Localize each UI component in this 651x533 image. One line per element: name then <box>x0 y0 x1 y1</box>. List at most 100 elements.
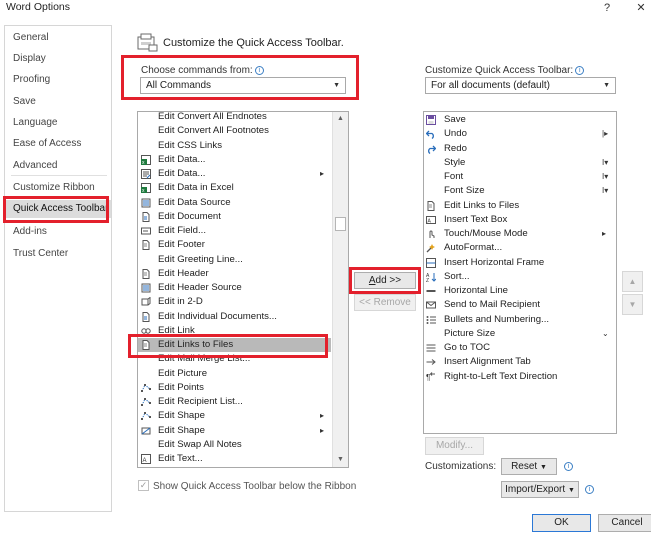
command-label: Edit Data... <box>158 168 206 179</box>
toolbar-item[interactable]: Picture Size ⌄ <box>424 327 616 341</box>
command-item[interactable]: Edit CSS Links <box>138 139 331 153</box>
command-item[interactable]: Edit Shape ▸ <box>138 409 331 423</box>
command-item[interactable]: Edit Convert All Footnotes <box>138 124 331 138</box>
toolbar-item[interactable]: Save <box>424 113 616 127</box>
nav-item-proofing[interactable]: Proofing <box>5 71 111 89</box>
help-button[interactable]: ? <box>597 0 617 16</box>
points-icon <box>141 411 151 421</box>
toolbar-item[interactable]: Send to Mail Recipient <box>424 298 616 312</box>
options-nav: General Display Proofing Save Language Ease o… <box>4 25 112 512</box>
command-item[interactable]: Edit Swap All Notes <box>138 438 331 452</box>
submenu-arrow-icon: ▸ <box>320 425 325 435</box>
toolbar-item[interactable]: ¶ Right-to-Left Text Direction <box>424 370 616 384</box>
chevron-down-icon: ▼ <box>603 82 610 89</box>
toolbar-item[interactable]: A Z Sort... <box>424 270 616 284</box>
nav-item-customize-ribbon[interactable]: Customize Ribbon <box>5 179 111 197</box>
command-item[interactable]: Edit Header Source <box>138 281 331 295</box>
modify-button[interactable]: Modify... <box>425 437 484 455</box>
commands-scrollbar[interactable]: ▲ ▼ <box>332 112 348 467</box>
svg-text:¶: ¶ <box>426 373 430 382</box>
command-item[interactable]: x Edit Data in Excel <box>138 181 331 195</box>
toolbar-item-label: Edit Links to Files <box>444 199 520 211</box>
command-item[interactable]: Edit Data... ▸ <box>138 167 331 181</box>
ok-button[interactable]: OK <box>532 514 591 532</box>
toolbar-item[interactable]: Edit Links to Files <box>424 199 616 213</box>
import-export-button[interactable]: Import/Export ▼ <box>501 481 579 498</box>
close-button[interactable]: ✕ <box>631 0 651 16</box>
command-item[interactable]: Edit Shape ▸ <box>138 424 331 438</box>
command-item[interactable]: Edit Picture <box>138 367 331 381</box>
reset-button[interactable]: Reset ▼ <box>501 458 557 475</box>
command-item[interactable]: Edit Header <box>138 267 331 281</box>
command-item[interactable]: Edit TOA Category <box>138 466 331 467</box>
toolbar-item[interactable]: Style I▾ <box>424 156 616 170</box>
command-label: Edit Picture <box>158 367 208 379</box>
command-item[interactable]: Edit in 2-D <box>138 295 331 309</box>
move-up-button[interactable]: ▲ <box>622 271 643 292</box>
command-item[interactable]: Edit Field... <box>138 224 331 238</box>
remove-button[interactable]: << Remove <box>354 294 416 311</box>
toolbar-items-list[interactable]: Save Undo |▸ Redo Style I▾ Font I▾ Font Size I▾ Ed… <box>423 111 617 434</box>
nav-item-advanced[interactable]: Advanced <box>5 157 111 175</box>
command-item[interactable]: Edit Points <box>138 381 331 395</box>
toolbar-item[interactable]: Font Size I▾ <box>424 184 616 198</box>
cancel-button[interactable]: Cancel <box>598 514 651 532</box>
toolbar-item-label: Insert Text Box <box>444 213 508 225</box>
toolbar-item[interactable]: Horizontal Line <box>424 284 616 298</box>
toolbar-item[interactable]: Go to TOC <box>424 341 616 355</box>
info-icon: i <box>575 66 585 75</box>
customize-toolbar-dropdown[interactable]: For all documents (default) ▼ <box>425 77 616 94</box>
commands-list[interactable]: Edit TOA Category A Edit Text... Edit Swap … <box>137 111 349 468</box>
command-item[interactable]: x Edit Data... <box>138 153 331 167</box>
quick-access-toolbar-icon <box>137 33 159 53</box>
toolbar-item[interactable]: Bullets and Numbering... <box>424 313 616 327</box>
toolbar-item[interactable]: AutoFormat... <box>424 241 616 255</box>
toolbar-item[interactable]: A Insert Text Box <box>424 213 616 227</box>
toolbar-item[interactable]: Undo |▸ <box>424 127 616 141</box>
command-item[interactable]: Edit Data Source <box>138 196 331 210</box>
nav-item-display[interactable]: Display <box>5 50 111 68</box>
scroll-thumb[interactable] <box>335 217 346 231</box>
frame-icon <box>426 257 436 268</box>
toolbar-item-label: Font Size <box>444 185 485 197</box>
chevron-down-icon: ▼ <box>539 464 547 471</box>
hline-icon <box>426 286 436 296</box>
submenu-arrow-icon: ▸ <box>602 229 607 238</box>
toolbar-item[interactable]: Insert Alignment Tab <box>424 355 616 369</box>
command-label: Edit Recipient List... <box>158 396 243 407</box>
toolbar-item-label: Bullets and Numbering... <box>444 313 550 325</box>
command-item[interactable]: Edit Footer <box>138 238 331 252</box>
sort-icon: AZ <box>426 272 436 282</box>
toolbar-item-label: Redo <box>444 142 467 154</box>
command-item[interactable]: Edit Convert All Endnotes <box>138 112 331 124</box>
nav-item-language[interactable]: Language <box>5 114 111 132</box>
toolbar-item[interactable]: Insert Horizontal Frame <box>424 256 616 270</box>
data-source-icon <box>141 283 151 293</box>
nav-item-save[interactable]: Save <box>5 93 111 111</box>
toolbar-item[interactable]: Redo <box>424 142 616 156</box>
scroll-down-icon[interactable]: ▼ <box>333 453 348 467</box>
show-below-ribbon-checkbox[interactable]: ✓ <box>138 480 149 491</box>
move-down-button[interactable]: ▼ <box>622 294 643 315</box>
nav-item-ease-of-access[interactable]: Ease of Access <box>5 135 111 153</box>
nav-item-general[interactable]: General <box>5 29 111 47</box>
nav-item-trust-center[interactable]: Trust Center <box>5 245 111 263</box>
nav-item-add-ins[interactable]: Add-ins <box>5 223 111 241</box>
edit-data-icon <box>141 169 151 179</box>
command-label: Edit Header Source <box>158 282 242 293</box>
svg-text:A: A <box>143 458 147 464</box>
command-item[interactable]: Edit Greeting Line... <box>138 253 331 267</box>
command-item[interactable]: A Edit Text... <box>138 452 331 466</box>
command-label: Edit Footer <box>158 239 205 251</box>
scroll-up-icon[interactable]: ▲ <box>333 112 348 126</box>
command-label: Edit Individual Documents... <box>158 310 277 322</box>
field-icon <box>141 226 151 236</box>
toolbar-item-label: Undo <box>444 128 467 140</box>
command-item[interactable]: Edit Individual Documents... <box>138 310 331 324</box>
toolbar-item[interactable]: Touch/Mouse Mode ▸ <box>424 227 616 241</box>
submenu-arrow-icon: I▾ <box>602 157 609 167</box>
toolbar-item-label: AutoFormat... <box>444 242 503 254</box>
command-item[interactable]: Edit Recipient List... <box>138 395 331 409</box>
command-item[interactable]: Edit Document <box>138 210 331 224</box>
toolbar-item[interactable]: Font I▾ <box>424 170 616 184</box>
